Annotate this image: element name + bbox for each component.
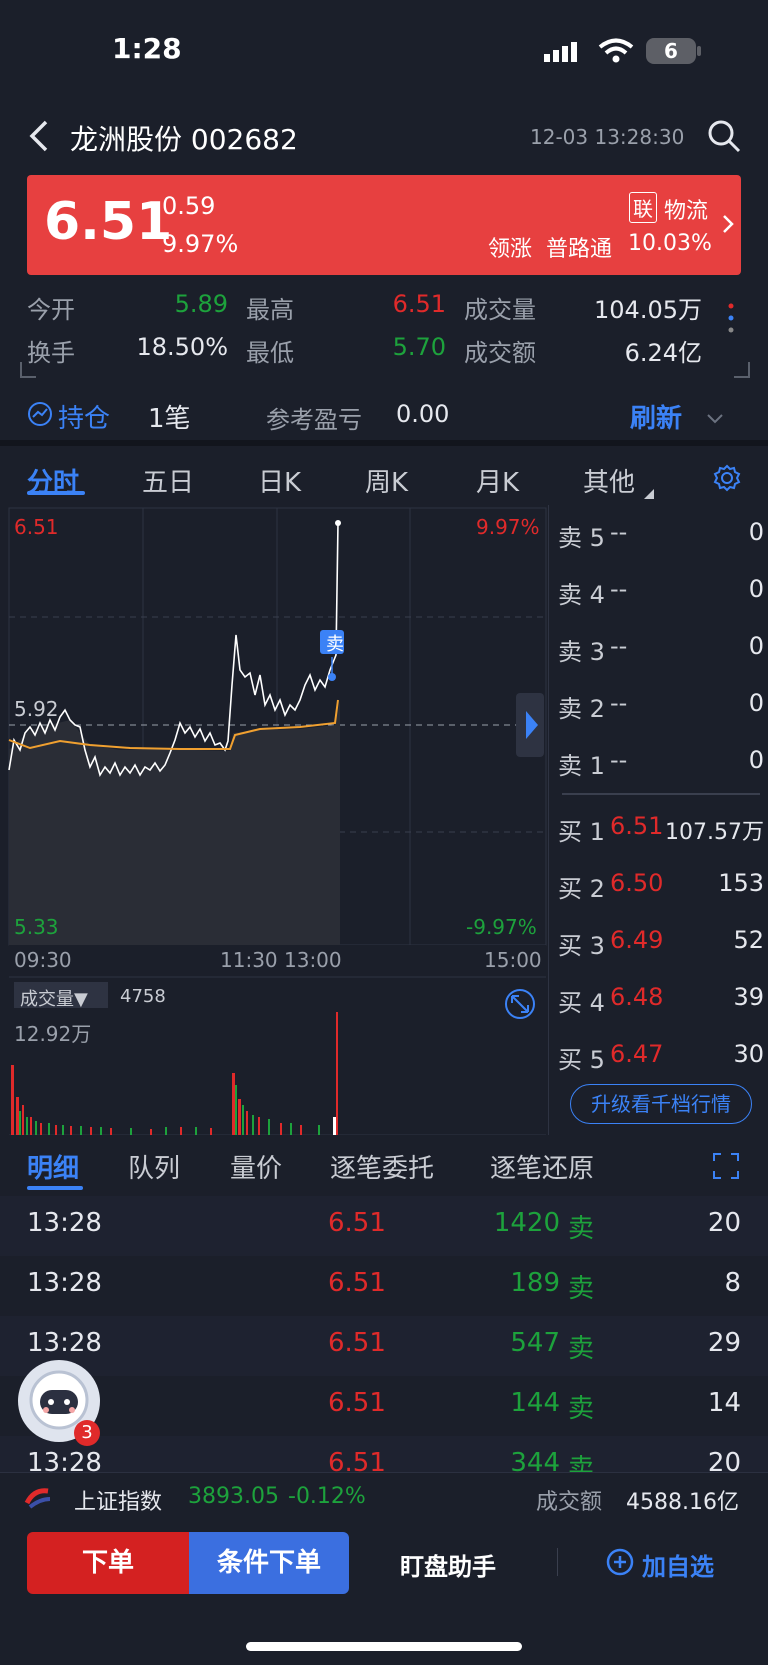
y-max-label: 6.51 [14,515,59,539]
monitor-assistant-button[interactable]: 盯盘助手 [400,1547,496,1582]
tab-other[interactable]: 其他 [583,462,635,499]
volume-label: 成交量 [464,296,536,324]
amount-label: 成交额 [464,339,536,367]
x-open-label: 09:30 [14,948,72,972]
pnl-value: 0.00 [396,400,450,428]
battery-tip [697,46,701,56]
stock-title: 龙洲股份 002682 [70,123,298,156]
order-button[interactable]: 下单 [27,1532,189,1594]
sell-marker[interactable]: 卖 [323,630,347,656]
notification-badge: 3 [74,1420,100,1446]
tab-queue[interactable]: 队列 [128,1148,180,1185]
index-amount-label: 成交额 [536,1490,603,1515]
tab-daily-k[interactable]: 日K [258,462,301,499]
home-indicator [246,1642,522,1651]
sell-row-3: 卖 3 -- 0 [558,632,764,666]
price-change: 0.59 [162,192,216,220]
tab-detail[interactable]: 明细 [27,1148,79,1185]
pnl-label: 参考盈亏 [266,406,362,434]
action-divider [557,1548,558,1576]
sector-tag: 联 [629,192,657,223]
high-label: 最高 [246,296,294,324]
expand-corner-icon[interactable] [734,362,750,378]
sell-row-5: 卖 5 -- 0 [558,518,764,552]
index-amount: 4588.16亿 [626,1490,739,1515]
lead-stock: 普路通 [546,237,613,262]
chevron-down-icon[interactable] [706,410,724,424]
index-name: 上证指数 [74,1490,163,1515]
more-dots-icon[interactable] [727,302,735,338]
plus-circle-icon[interactable] [606,1548,634,1576]
y-mid-label: 5.92 [14,697,59,721]
x-close-label: 15:00 [484,948,542,972]
lead-label: 领涨 [488,237,533,262]
position-icon [27,401,53,427]
trade-row: 13:28 6.51 189 卖 8 [27,1268,741,1304]
battery-icon: 6 [646,38,696,64]
high-value: 6.51 [392,290,446,318]
header-datetime: 12-03 13:28:30 [530,125,685,149]
upgrade-depth-button[interactable]: 升级看千档行情 [570,1084,752,1124]
pct-max-label: 9.97% [476,515,540,539]
search-icon[interactable] [706,118,742,154]
add-watchlist-button[interactable]: 加自选 [642,1547,714,1582]
amount-value: 6.24亿 [624,339,702,367]
tab-monthly-k[interactable]: 月K [476,462,519,499]
refresh-button[interactable]: 刷新 [630,398,682,435]
volume-value: 104.05万 [594,296,702,324]
section-divider [0,440,768,446]
sell-row-4: 卖 4 -- 0 [558,575,764,609]
low-value: 5.70 [392,333,446,361]
buy-row-3: 买 3 6.49 52 [558,926,764,960]
pct-min-label: -9.97% [466,915,537,939]
buy-row-2: 买 2 6.50 153 [558,869,764,903]
fullscreen-icon[interactable] [712,1152,740,1180]
buy-row-1: 买 1 6.51 107.57万 [558,812,764,846]
back-icon[interactable] [24,118,54,154]
tab-weekly-k[interactable]: 周K [365,462,408,499]
status-time: 1:28 [112,32,182,65]
tab-order-by-order[interactable]: 逐笔委托 [330,1148,434,1185]
trade-row: 13:28 6.51 1420 卖 20 [0,1196,768,1256]
active-tab-indicator [27,491,85,495]
last-price: 6.51 [44,192,173,252]
collapse-corner-icon [20,362,36,378]
triangle-icon [644,484,654,499]
position-label[interactable]: 持仓 [58,398,110,435]
turnover-value: 18.50% [136,333,228,361]
lead-pct: 10.03% [628,231,712,256]
tab-volume-price[interactable]: 量价 [230,1148,282,1185]
book-divider [548,505,549,1135]
low-label: 最低 [246,339,294,367]
gear-icon[interactable] [712,463,742,493]
volume-indicator-value: 4758 [120,986,166,1007]
tab-five-day[interactable]: 五日 [142,462,194,499]
trade-row: 13:28 6.51 344 卖 20 [0,1436,768,1472]
chevron-right-icon[interactable] [720,212,736,236]
trade-row: 6.51 144 卖 14 [328,1388,741,1424]
buy-row-4: 买 4 6.48 39 [558,983,764,1017]
volume-indicator-select[interactable]: 成交量▼ [20,985,88,1011]
index-logo-icon [24,1485,52,1511]
book-mid-divider [562,793,760,795]
position-count: 1笔 [148,404,191,434]
sector-name[interactable]: 物流 [664,193,708,225]
x-mid-label: 11:30 13:00 [220,948,342,972]
open-value: 5.89 [174,290,228,318]
index-value: 3893.05 [188,1484,279,1509]
open-label: 今开 [27,296,75,324]
y-min-label: 5.33 [14,915,59,939]
index-change: -0.12% [288,1484,366,1509]
conditional-order-button[interactable]: 条件下单 [189,1532,349,1594]
price-change-pct: 9.97% [162,230,239,258]
signal-icon [544,40,584,64]
wifi-icon [598,38,634,64]
trade-row: 13:28 6.51 547 卖 29 [0,1316,768,1376]
volume-max-label: 12.92万 [14,1022,92,1046]
tab-trade-replay[interactable]: 逐笔还原 [490,1148,594,1185]
sell-row-2: 卖 2 -- 0 [558,689,764,723]
detail-tab-indicator [27,1186,83,1190]
